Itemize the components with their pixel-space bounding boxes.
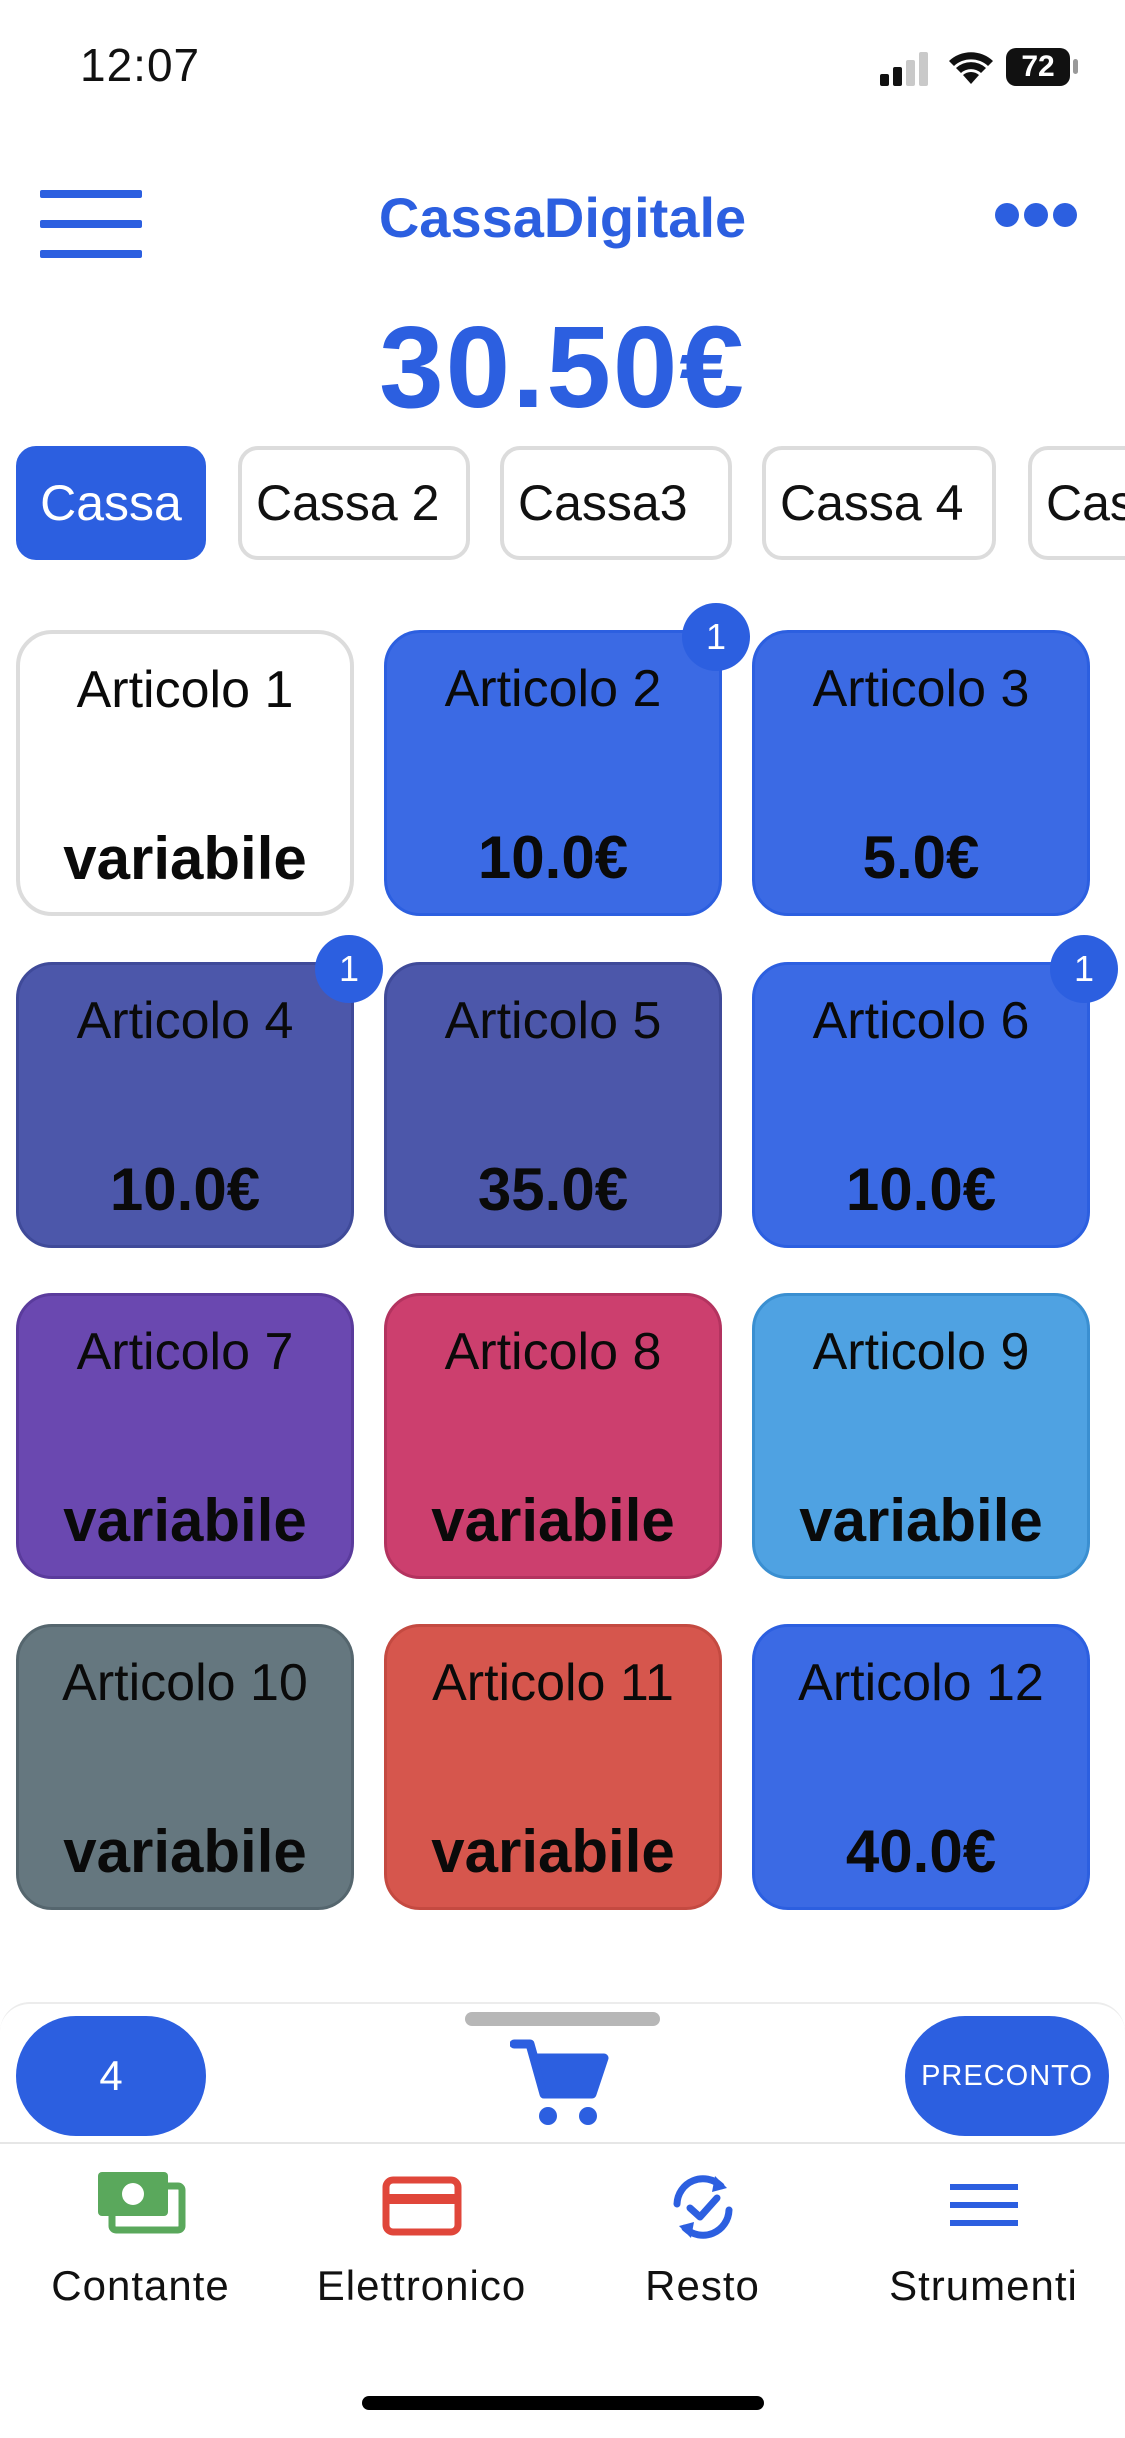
article-name: Articolo 1 — [76, 661, 294, 719]
article-name: Articolo 9 — [812, 1323, 1030, 1381]
tab-cassa-5[interactable]: Cassa 5 — [1028, 446, 1125, 560]
sheet-drag-handle[interactable] — [465, 2012, 660, 2026]
status-time: 12:07 — [80, 39, 201, 91]
tab-label: Contante — [51, 2262, 230, 2309]
cellular-signal-icon — [880, 52, 928, 86]
cart-icon[interactable] — [510, 2036, 610, 2128]
cash-icon — [97, 2172, 185, 2234]
article-name: Articolo 6 — [812, 992, 1030, 1050]
article-price: variabile — [63, 1487, 307, 1554]
article-price: 10.0€ — [109, 1156, 261, 1223]
tab-strumenti[interactable]: Strumenti — [843, 2170, 1124, 2309]
quantity-badge: 1 — [315, 935, 383, 1003]
tab-label: Strumenti — [889, 2262, 1078, 2309]
quantity-badge: 1 — [682, 603, 750, 671]
article-name: Articolo 3 — [812, 660, 1030, 718]
article-tile-5[interactable]: Articolo 5 35.0€ — [384, 962, 722, 1248]
article-price: variabile — [431, 1818, 675, 1885]
preconto-button[interactable]: PRECONTO — [905, 2016, 1109, 2136]
item-count-button[interactable]: 4 — [16, 2016, 206, 2136]
article-price: variabile — [431, 1487, 675, 1554]
article-name: Articolo 12 — [798, 1654, 1044, 1712]
article-name: Articolo 2 — [444, 660, 662, 718]
quantity-badge: 1 — [1050, 935, 1118, 1003]
article-name: Articolo 4 — [76, 992, 294, 1050]
article-name: Articolo 10 — [62, 1654, 308, 1712]
home-indicator[interactable] — [362, 2396, 764, 2410]
wifi-icon — [949, 52, 993, 84]
tab-cassa-2[interactable]: Cassa 2 — [238, 446, 470, 560]
battery-tip — [1073, 59, 1078, 74]
article-tile-11[interactable]: Articolo 11 variabile — [384, 1624, 722, 1910]
article-price: 5.0€ — [862, 824, 980, 891]
article-name: Articolo 7 — [76, 1323, 294, 1381]
article-tile-6[interactable]: Articolo 6 10.0€ — [752, 962, 1090, 1248]
article-tile-7[interactable]: Articolo 7 variabile — [16, 1293, 354, 1579]
tab-resto[interactable]: Resto — [562, 2170, 843, 2309]
article-tile-12[interactable]: Articolo 12 40.0€ — [752, 1624, 1090, 1910]
article-price: 10.0€ — [845, 1156, 997, 1223]
battery-icon: 72 — [1006, 48, 1070, 86]
article-price: 10.0€ — [477, 824, 629, 891]
article-price: variabile — [799, 1487, 1043, 1554]
article-tile-10[interactable]: Articolo 10 variabile — [16, 1624, 354, 1910]
article-price: variabile — [63, 1818, 307, 1885]
tab-cassa[interactable]: Cassa — [16, 446, 206, 560]
status-bar: 12:07 72 — [0, 0, 1125, 135]
more-options-icon[interactable] — [995, 203, 1077, 227]
article-price: 40.0€ — [845, 1818, 997, 1885]
cart-total: 30.50€ — [379, 302, 746, 432]
article-name: Articolo 8 — [444, 1323, 662, 1381]
article-tile-8[interactable]: Articolo 8 variabile — [384, 1293, 722, 1579]
tab-label: Resto — [645, 2262, 760, 2309]
article-tile-9[interactable]: Articolo 9 variabile — [752, 1293, 1090, 1579]
article-tile-2[interactable]: Articolo 2 10.0€ — [384, 630, 722, 916]
tab-cassa3[interactable]: Cassa3 — [500, 446, 732, 560]
article-tile-4[interactable]: Articolo 4 10.0€ — [16, 962, 354, 1248]
cassa-tabs: Cassa Cassa 2 Cassa3 Cassa 4 Cassa 5 — [0, 446, 1125, 568]
tab-elettronico[interactable]: Elettronico — [281, 2170, 562, 2309]
article-price: variabile — [63, 825, 307, 892]
tab-contante[interactable]: Contante — [0, 2170, 281, 2309]
article-name: Articolo 11 — [432, 1654, 674, 1712]
article-tile-1[interactable]: Articolo 1 variabile — [16, 630, 354, 916]
tab-cassa-4[interactable]: Cassa 4 — [762, 446, 996, 560]
refresh-check-icon — [673, 2175, 732, 2239]
menu-lines-icon — [949, 2184, 1018, 2226]
article-name: Articolo 5 — [444, 992, 662, 1050]
article-tile-3[interactable]: Articolo 3 5.0€ — [752, 630, 1090, 916]
app-title: CassaDigitale — [378, 186, 747, 249]
article-price: 35.0€ — [477, 1156, 629, 1223]
tab-label: Elettronico — [316, 2262, 527, 2309]
credit-card-icon — [382, 2176, 461, 2236]
